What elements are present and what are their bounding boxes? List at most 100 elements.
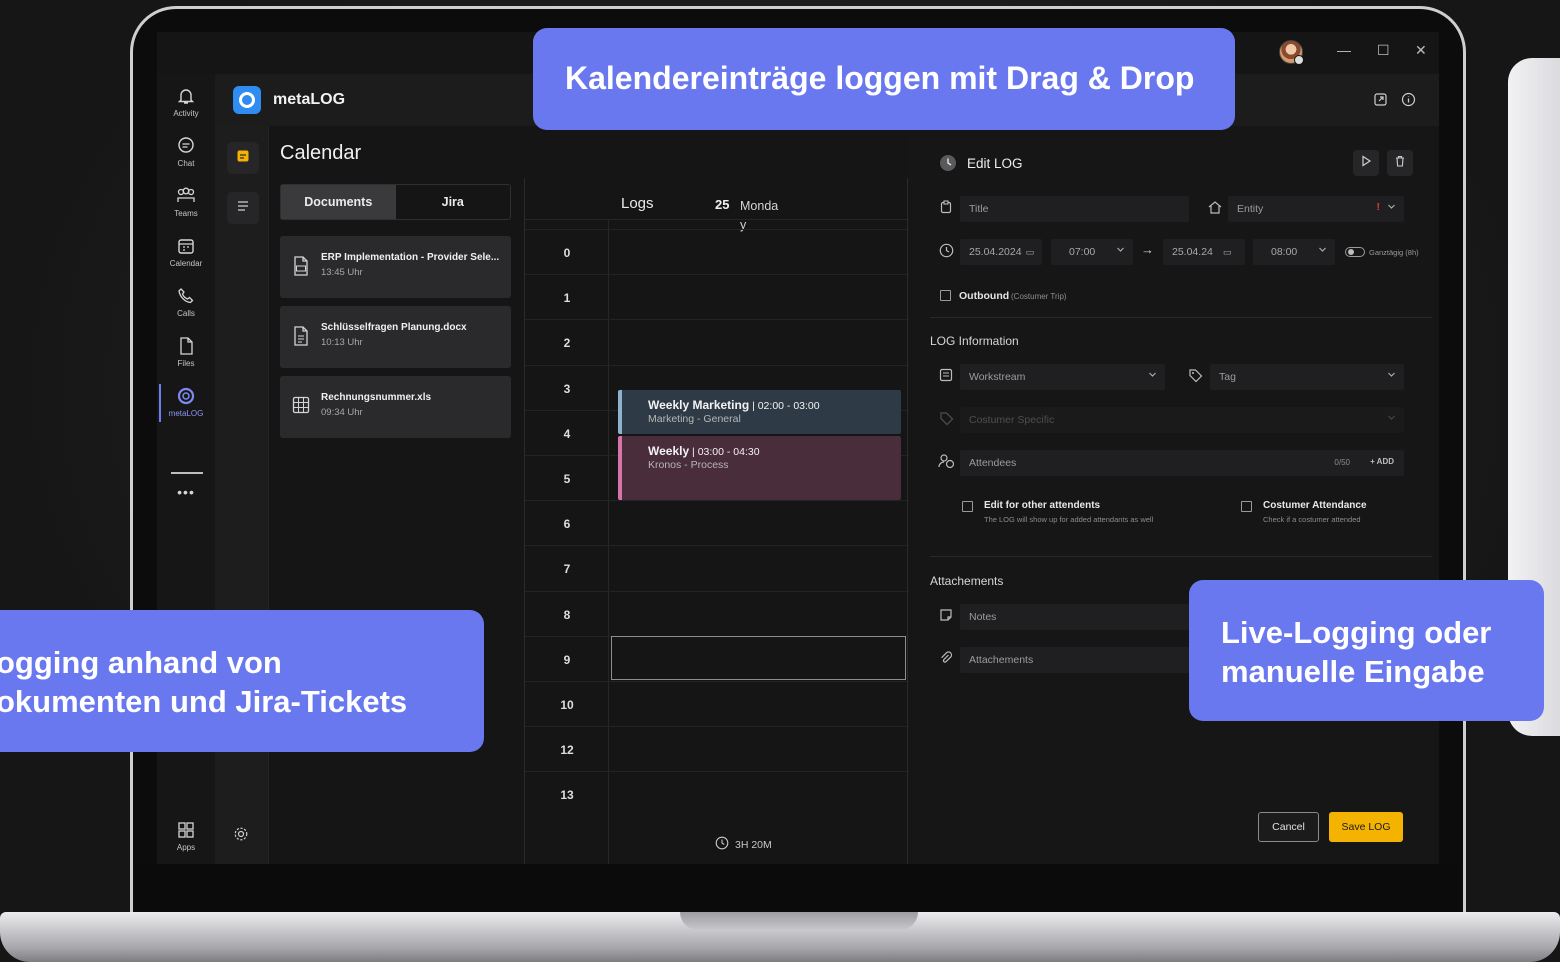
calendar-event[interactable]: Weekly Marketing | 02:00 - 03:00 Marketi… <box>618 390 901 434</box>
delete-log-button[interactable] <box>1387 150 1413 176</box>
info-icon[interactable] <box>1401 92 1416 112</box>
all-day-toggle[interactable] <box>1345 247 1365 257</box>
entity-select[interactable]: Entity ! <box>1228 196 1404 222</box>
chevron-down-icon <box>1387 413 1396 425</box>
event-title: Weekly <box>648 444 690 458</box>
document-item[interactable]: Rechnungsnummer.xls 09:34 Uhr <box>280 376 511 438</box>
hour-label: 0 <box>563 246 571 260</box>
start-date-input[interactable]: 25.04.2024 ▭ <box>960 239 1042 265</box>
chevron-down-icon <box>1148 370 1157 382</box>
app-name: metaLOG <box>273 91 346 108</box>
log-information-header: LOG Information <box>930 334 1019 348</box>
hour-label: 13 <box>560 788 574 803</box>
cancel-button[interactable]: Cancel <box>1258 812 1319 842</box>
attendees-input[interactable]: Attendees 0/50 + ADD <box>960 450 1404 476</box>
rail-item-teams[interactable]: Teams <box>157 186 215 218</box>
sheet-icon <box>292 396 310 419</box>
hour-gridline <box>525 500 909 502</box>
laptop-notch <box>680 912 918 930</box>
save-log-button[interactable]: Save LOG <box>1329 812 1403 842</box>
tag-select[interactable]: Tag <box>1210 364 1404 390</box>
tag-icon <box>1188 368 1203 388</box>
document-item[interactable]: ERP Implementation - Provider Sele... 13… <box>280 236 511 298</box>
workstream-select[interactable]: Workstream <box>960 364 1165 390</box>
hour-gridline <box>525 364 909 366</box>
customer-specific-select: Costumer Specific <box>960 407 1404 433</box>
chevron-down-icon <box>1318 245 1327 257</box>
hour-gridline <box>525 771 909 773</box>
list-view-button[interactable] <box>227 192 259 224</box>
start-live-log-button[interactable] <box>1353 150 1379 176</box>
notes-input[interactable]: Notes <box>960 604 1190 630</box>
rail-item-calls[interactable]: Calls <box>157 286 215 318</box>
more-apps-button[interactable]: ••• <box>157 484 215 500</box>
workstream-icon <box>939 368 953 387</box>
event-subtitle: Marketing - General <box>648 413 741 425</box>
attachments-input[interactable]: Attachements <box>960 647 1190 673</box>
main-content: Calendar Documents Jira ERP Implementati… <box>269 126 1439 864</box>
hour-label: 9 <box>563 652 571 667</box>
title-input[interactable]: Title <box>960 196 1189 222</box>
tab-documents[interactable]: Documents <box>281 185 396 219</box>
outbound-checkbox[interactable] <box>940 290 951 301</box>
hour-label: 3 <box>563 381 571 396</box>
divider <box>930 317 1432 318</box>
end-time-select[interactable]: 08:00 <box>1253 239 1335 265</box>
entity-icon <box>1207 200 1223 219</box>
logs-column-label: Logs <box>621 195 654 212</box>
hour-gridline <box>525 545 909 547</box>
rail-item-chat[interactable]: Chat <box>157 136 215 168</box>
end-date-input[interactable]: 25.04.24 ▭ <box>1163 239 1245 265</box>
calendar-view-button[interactable] <box>227 142 259 174</box>
play-icon <box>1360 154 1372 172</box>
hour-gridline <box>525 726 909 728</box>
calendar-event[interactable]: Weekly | 03:00 - 04:30 Kronos - Process <box>618 436 901 500</box>
rail-item-apps[interactable]: Apps <box>157 820 215 852</box>
rail-item-files[interactable]: Files <box>157 336 215 368</box>
file-icon <box>157 336 215 358</box>
add-attendee-button[interactable]: + ADD <box>1370 457 1394 466</box>
day-number: 25 <box>715 197 730 212</box>
hour-gridline <box>525 274 909 276</box>
bell-icon <box>157 86 215 108</box>
tab-jira[interactable]: Jira <box>396 185 511 219</box>
hour-label: 10 <box>560 698 574 712</box>
start-time-select[interactable]: 07:00 <box>1051 239 1133 265</box>
avatar[interactable] <box>1279 40 1304 65</box>
chat-icon <box>157 136 215 158</box>
clipboard-icon <box>939 200 953 219</box>
chevron-down-icon <box>1116 245 1125 257</box>
hour-gridline <box>525 319 909 321</box>
minimize-icon[interactable]: — <box>1337 42 1351 58</box>
rail-item-calendar[interactable]: Calendar <box>157 236 215 268</box>
maximize-icon[interactable]: ☐ <box>1377 42 1390 59</box>
customer-attendance-hint: Check if a costumer attended <box>1263 515 1361 524</box>
drop-target-slot[interactable] <box>611 636 906 680</box>
calendar-icon <box>157 236 215 258</box>
hour-label: 7 <box>563 562 571 577</box>
document-item[interactable]: Schlüsselfragen Planung.docx 10:13 Uhr <box>280 306 511 368</box>
hour-gridline <box>525 229 909 230</box>
popout-icon[interactable] <box>1373 92 1388 112</box>
menu-lines-icon <box>236 199 250 218</box>
outbound-hint: (Costumer Trip) <box>1011 292 1067 301</box>
page-title: Calendar <box>280 142 362 164</box>
hour-label: 2 <box>563 336 571 351</box>
rail-item-activity[interactable]: Activity <box>157 86 215 118</box>
doc-icon <box>292 326 310 351</box>
chevron-down-icon <box>1387 370 1396 382</box>
teams-icon <box>157 186 215 208</box>
settings-gear-icon[interactable] <box>233 826 249 847</box>
hour-label: 4 <box>563 426 571 441</box>
hour-label: 1 <box>563 291 571 306</box>
schedule-header: Logs 25 Monday <box>525 178 909 232</box>
close-icon[interactable]: ✕ <box>1415 42 1427 59</box>
edit-for-others-checkbox[interactable] <box>962 501 973 512</box>
customer-attendance-checkbox[interactable] <box>1241 501 1252 512</box>
apps-icon <box>157 820 215 842</box>
rail-item-metalog[interactable]: metaLOG <box>157 386 215 418</box>
clock-icon <box>939 243 954 263</box>
attachments-header: Attachements <box>930 574 1004 588</box>
event-time: | 03:00 - 04:30 <box>689 446 760 458</box>
event-title: Weekly Marketing <box>648 398 750 412</box>
